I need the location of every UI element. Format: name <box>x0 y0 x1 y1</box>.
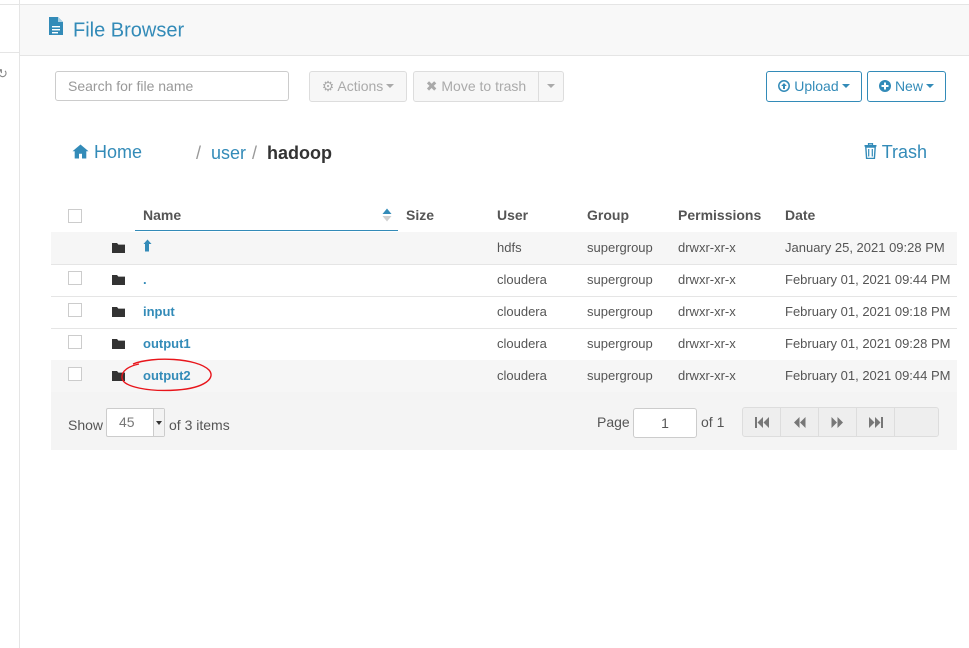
table-row[interactable]: output2 cloudera supergroup drwxr-xr-x F… <box>51 360 957 393</box>
table-row[interactable]: input cloudera supergroup drwxr-xr-x Feb… <box>51 296 957 329</box>
items-count: of 3 items <box>169 417 230 433</box>
breadcrumb-user[interactable]: user <box>211 143 246 164</box>
trash-link[interactable]: Trash <box>864 142 927 163</box>
chevron-down-icon <box>153 409 164 436</box>
column-header-size[interactable]: Size <box>406 207 434 223</box>
folder-icon <box>112 273 125 288</box>
row-group: supergroup <box>587 368 653 383</box>
chevron-down-icon <box>547 84 555 89</box>
move-to-trash-dropdown[interactable] <box>538 71 564 102</box>
table-footer: Show 45 of 3 items Page of 1 <box>51 392 957 450</box>
row-permissions: drwxr-xr-x <box>678 272 736 287</box>
app-header: File Browser <box>20 4 969 56</box>
upload-button[interactable]: Upload <box>766 71 862 102</box>
sort-ascending-icon[interactable] <box>382 208 392 227</box>
page-total: of 1 <box>701 414 725 430</box>
row-name-link[interactable]: . <box>143 272 147 287</box>
search-input[interactable] <box>55 71 289 101</box>
gear-icon: ⚙ <box>321 78 335 94</box>
row-name-link[interactable]: output2 <box>143 368 191 383</box>
row-user: hdfs <box>497 240 522 255</box>
move-to-trash-label: Move to trash <box>441 78 527 94</box>
table-row[interactable]: output1 cloudera supergroup drwxr-xr-x F… <box>51 328 957 361</box>
row-date: February 01, 2021 09:44 PM <box>785 368 951 383</box>
next-page-icon[interactable] <box>819 408 857 436</box>
chevron-down-icon <box>841 84 850 89</box>
file-icon <box>48 16 64 42</box>
row-permissions: drwxr-xr-x <box>678 368 736 383</box>
page-size-value: 45 <box>119 414 135 430</box>
show-label: Show <box>68 417 104 433</box>
column-header-date[interactable]: Date <box>785 207 815 223</box>
row-checkbox[interactable] <box>68 303 82 317</box>
column-header-group[interactable]: Group <box>587 207 629 223</box>
page-number-input[interactable] <box>633 408 697 438</box>
divider <box>0 52 19 53</box>
close-icon: ✖ <box>425 78 438 94</box>
chevron-down-icon <box>386 84 395 89</box>
actions-button[interactable]: ⚙ Actions <box>309 71 407 102</box>
page-title: File Browser <box>48 16 185 44</box>
pagination-controls <box>742 407 939 437</box>
page-size-select[interactable]: 45 <box>106 408 165 437</box>
row-date: February 01, 2021 09:28 PM <box>785 336 951 351</box>
trash-label: Trash <box>881 142 928 162</box>
new-label: New <box>894 78 923 94</box>
row-group: supergroup <box>587 272 653 287</box>
row-permissions: drwxr-xr-x <box>678 336 736 351</box>
actions-label: Actions <box>337 78 384 94</box>
page-label: Page <box>597 414 630 430</box>
refresh-icon[interactable]: ↻ <box>0 66 8 82</box>
divider <box>0 4 19 5</box>
row-name-link[interactable]: input <box>143 304 175 319</box>
chevron-down-icon <box>925 84 934 89</box>
breadcrumb-home-label: Home <box>94 142 143 162</box>
row-user: cloudera <box>497 304 547 319</box>
row-date: February 01, 2021 09:18 PM <box>785 304 951 319</box>
left-panel-strip: ↻ <box>0 0 20 648</box>
folder-icon <box>112 369 125 384</box>
row-date: January 25, 2021 09:28 PM <box>785 240 945 255</box>
row-group: supergroup <box>587 240 653 255</box>
page-title-text: File Browser <box>73 19 185 42</box>
row-group: supergroup <box>587 336 653 351</box>
breadcrumb-separator: / <box>196 143 202 163</box>
folder-icon <box>112 305 125 320</box>
previous-page-icon[interactable] <box>781 408 819 436</box>
table-row[interactable]: hdfs supergroup drwxr-xr-x January 25, 2… <box>51 232 957 265</box>
row-permissions: drwxr-xr-x <box>678 240 736 255</box>
parent-directory-icon[interactable] <box>143 239 152 256</box>
row-checkbox[interactable] <box>68 367 82 381</box>
column-header-name[interactable]: Name <box>143 207 181 223</box>
first-page-icon[interactable] <box>743 408 781 436</box>
home-icon <box>72 142 94 162</box>
row-permissions: drwxr-xr-x <box>678 304 736 319</box>
plus-circle-icon <box>879 78 895 94</box>
breadcrumb-current: hadoop <box>267 143 332 163</box>
breadcrumb-home[interactable]: Home <box>72 142 142 163</box>
breadcrumb-separator: / <box>252 143 258 163</box>
select-all-checkbox[interactable] <box>68 209 82 223</box>
folder-icon <box>112 337 125 352</box>
column-header-permissions[interactable]: Permissions <box>678 207 761 223</box>
row-user: cloudera <box>497 272 547 287</box>
row-user: cloudera <box>497 368 547 383</box>
table-header: Name Size User Group Permissions Date <box>51 200 957 232</box>
row-date: February 01, 2021 09:44 PM <box>785 272 951 287</box>
row-group: supergroup <box>587 304 653 319</box>
move-to-trash-button[interactable]: ✖ Move to trash <box>413 71 539 102</box>
row-checkbox[interactable] <box>68 271 82 285</box>
table-row[interactable]: . cloudera supergroup drwxr-xr-x Februar… <box>51 264 957 297</box>
new-button[interactable]: New <box>867 71 946 102</box>
upload-label: Upload <box>794 78 839 94</box>
folder-icon <box>112 241 125 256</box>
column-header-user[interactable]: User <box>497 207 528 223</box>
row-name-link[interactable]: output1 <box>143 336 191 351</box>
row-user: cloudera <box>497 336 547 351</box>
sort-indicator <box>135 230 398 231</box>
trash-icon <box>864 142 882 162</box>
arrow-up-circle-icon <box>778 78 794 94</box>
row-checkbox[interactable] <box>68 335 82 349</box>
last-page-icon[interactable] <box>857 408 895 436</box>
